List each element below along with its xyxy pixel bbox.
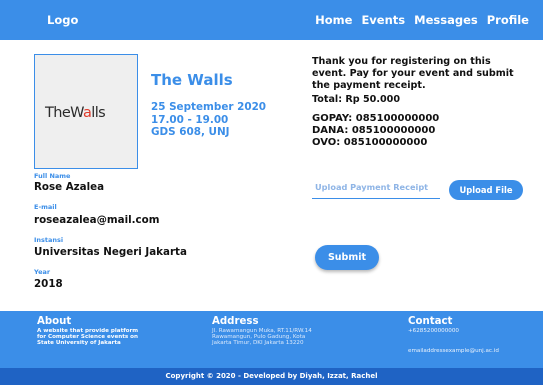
email-label: E-mail [34,203,57,211]
footer-contact-email[interactable]: emailaddressexample@unj.ac.id [408,348,499,354]
account-ovo: OVO: 085100000000 [312,137,428,149]
nav-link-events[interactable]: Events [361,13,405,27]
submit-button[interactable]: Submit [315,245,379,270]
event-date: 25 September 2020 [151,101,267,113]
footer-contact-title: Contact [408,316,453,327]
event-time: 17.00 - 19.00 [151,113,229,126]
account-dana: DANA: 085100000000 [312,125,436,137]
copyright-bar: Copyright © 2020 - Developed by Diyah, I… [0,368,543,385]
nav-link-home[interactable]: Home [315,13,352,27]
event-image: TheWalls [34,54,138,169]
payment-accounts: GOPAY: 085100000000 DANA: 085100000000 O… [312,113,530,150]
full-name-label: Full Name [34,172,71,180]
top-navbar: Logo Home Events Messages Profile [0,0,543,40]
email-value: roseazalea@mail.com [34,214,160,226]
year-label: Year [34,268,51,276]
footer-about-text: A website that provide platform for Comp… [37,328,139,347]
event-title: The Walls [151,71,233,89]
event-location: GDS 608, UNJ [151,126,230,139]
footer-about: About A website that provide platform fo… [37,316,138,347]
footer-address: Address Jl. Rawamangun Muka, RT.11/RW.14… [212,316,312,347]
footer-address-text: Jl. Rawamangun Muka, RT.11/RW.14 Rawaman… [212,328,312,347]
instansi-value: Universitas Negeri Jakarta [34,246,187,258]
footer: About A website that provide platform fo… [0,311,543,368]
footer-contact-phone: +6285200000000 [408,328,459,334]
nav-link-profile[interactable]: Profile [487,13,529,27]
year-value: 2018 [34,278,63,290]
payment-info: Thank you for registering on this event.… [312,56,530,150]
upload-file-button[interactable]: Upload File [449,180,523,200]
footer-about-title: About [37,316,72,327]
site-logo[interactable]: Logo [47,13,78,27]
payment-message: Thank you for registering on this event.… [312,56,514,92]
footer-address-title: Address [212,316,259,327]
event-brand-logo: TheWalls [45,105,106,121]
payment-total: Total: Rp 50.000 [312,93,401,105]
footer-contact: Contact +6285200000000 emailaddressexamp… [408,316,499,354]
full-name-value: Rose Azalea [34,181,105,193]
nav-links: Home Events Messages Profile [315,13,529,27]
account-gopay: GOPAY: 085100000000 [312,112,440,124]
payment-receipt-input[interactable]: Upload Payment Receipt [312,179,440,199]
instansi-label: Instansi [34,236,64,244]
nav-link-messages[interactable]: Messages [414,13,478,27]
event-details: 25 September 2020 17.00 - 19.00 GDS 608,… [151,101,266,139]
